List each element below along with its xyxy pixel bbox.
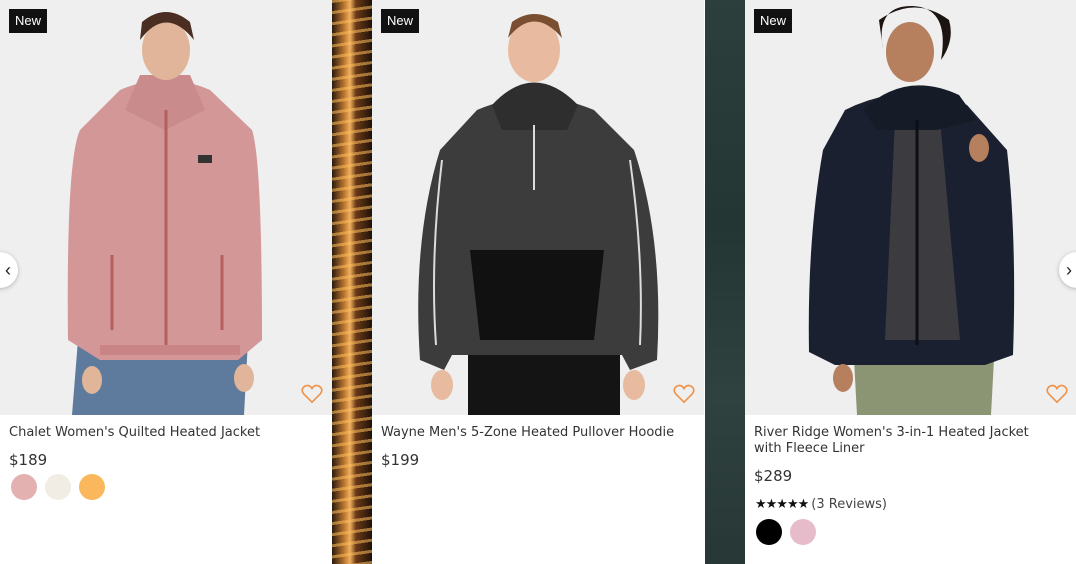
color-swatch-black[interactable] <box>756 519 782 545</box>
product-price: $289 <box>754 467 793 485</box>
color-swatch-cream[interactable] <box>45 474 71 500</box>
new-badge: New <box>9 9 48 33</box>
new-badge: New <box>381 9 420 33</box>
color-swatch-pink[interactable] <box>790 519 816 545</box>
product-name[interactable]: Chalet Women's Quilted Heated Jacket <box>9 425 309 441</box>
color-swatches <box>756 519 816 545</box>
product-price: $199 <box>381 451 420 469</box>
chevron-right-icon: › <box>1066 259 1072 280</box>
product-price: $189 <box>9 451 48 469</box>
product-image[interactable]: New ‹ <box>0 0 332 415</box>
product-card[interactable]: New Wayne Men's 5-Zone Heated Pullover H… <box>372 0 704 564</box>
product-card[interactable]: New ‹ Chalet Women's Quilted Heated Jack… <box>0 0 332 564</box>
product-image[interactable]: New <box>372 0 704 415</box>
product-name[interactable]: River Ridge Women's 3-in-1 Heated Jacket… <box>754 425 1054 457</box>
chevron-left-icon: ‹ <box>5 259 11 280</box>
review-count[interactable]: (3 Reviews) <box>811 497 887 512</box>
new-badge: New <box>754 9 793 33</box>
heart-icon[interactable] <box>1046 384 1068 404</box>
product-image[interactable]: New › <box>745 0 1076 415</box>
heart-icon[interactable] <box>673 384 695 404</box>
product-name[interactable]: Wayne Men's 5-Zone Heated Pullover Hoodi… <box>381 425 681 441</box>
color-swatches <box>11 474 105 500</box>
color-swatch-pink[interactable] <box>11 474 37 500</box>
background-strip <box>332 0 372 564</box>
rating-stars: ★★★★★ <box>755 496 809 511</box>
product-card[interactable]: New › River Ridge Women's 3-in-1 Heated … <box>745 0 1076 564</box>
background-strip <box>705 0 745 564</box>
color-swatch-orange[interactable] <box>79 474 105 500</box>
rating[interactable]: ★★★★★ (3 Reviews) <box>755 496 887 512</box>
heart-icon[interactable] <box>301 384 323 404</box>
